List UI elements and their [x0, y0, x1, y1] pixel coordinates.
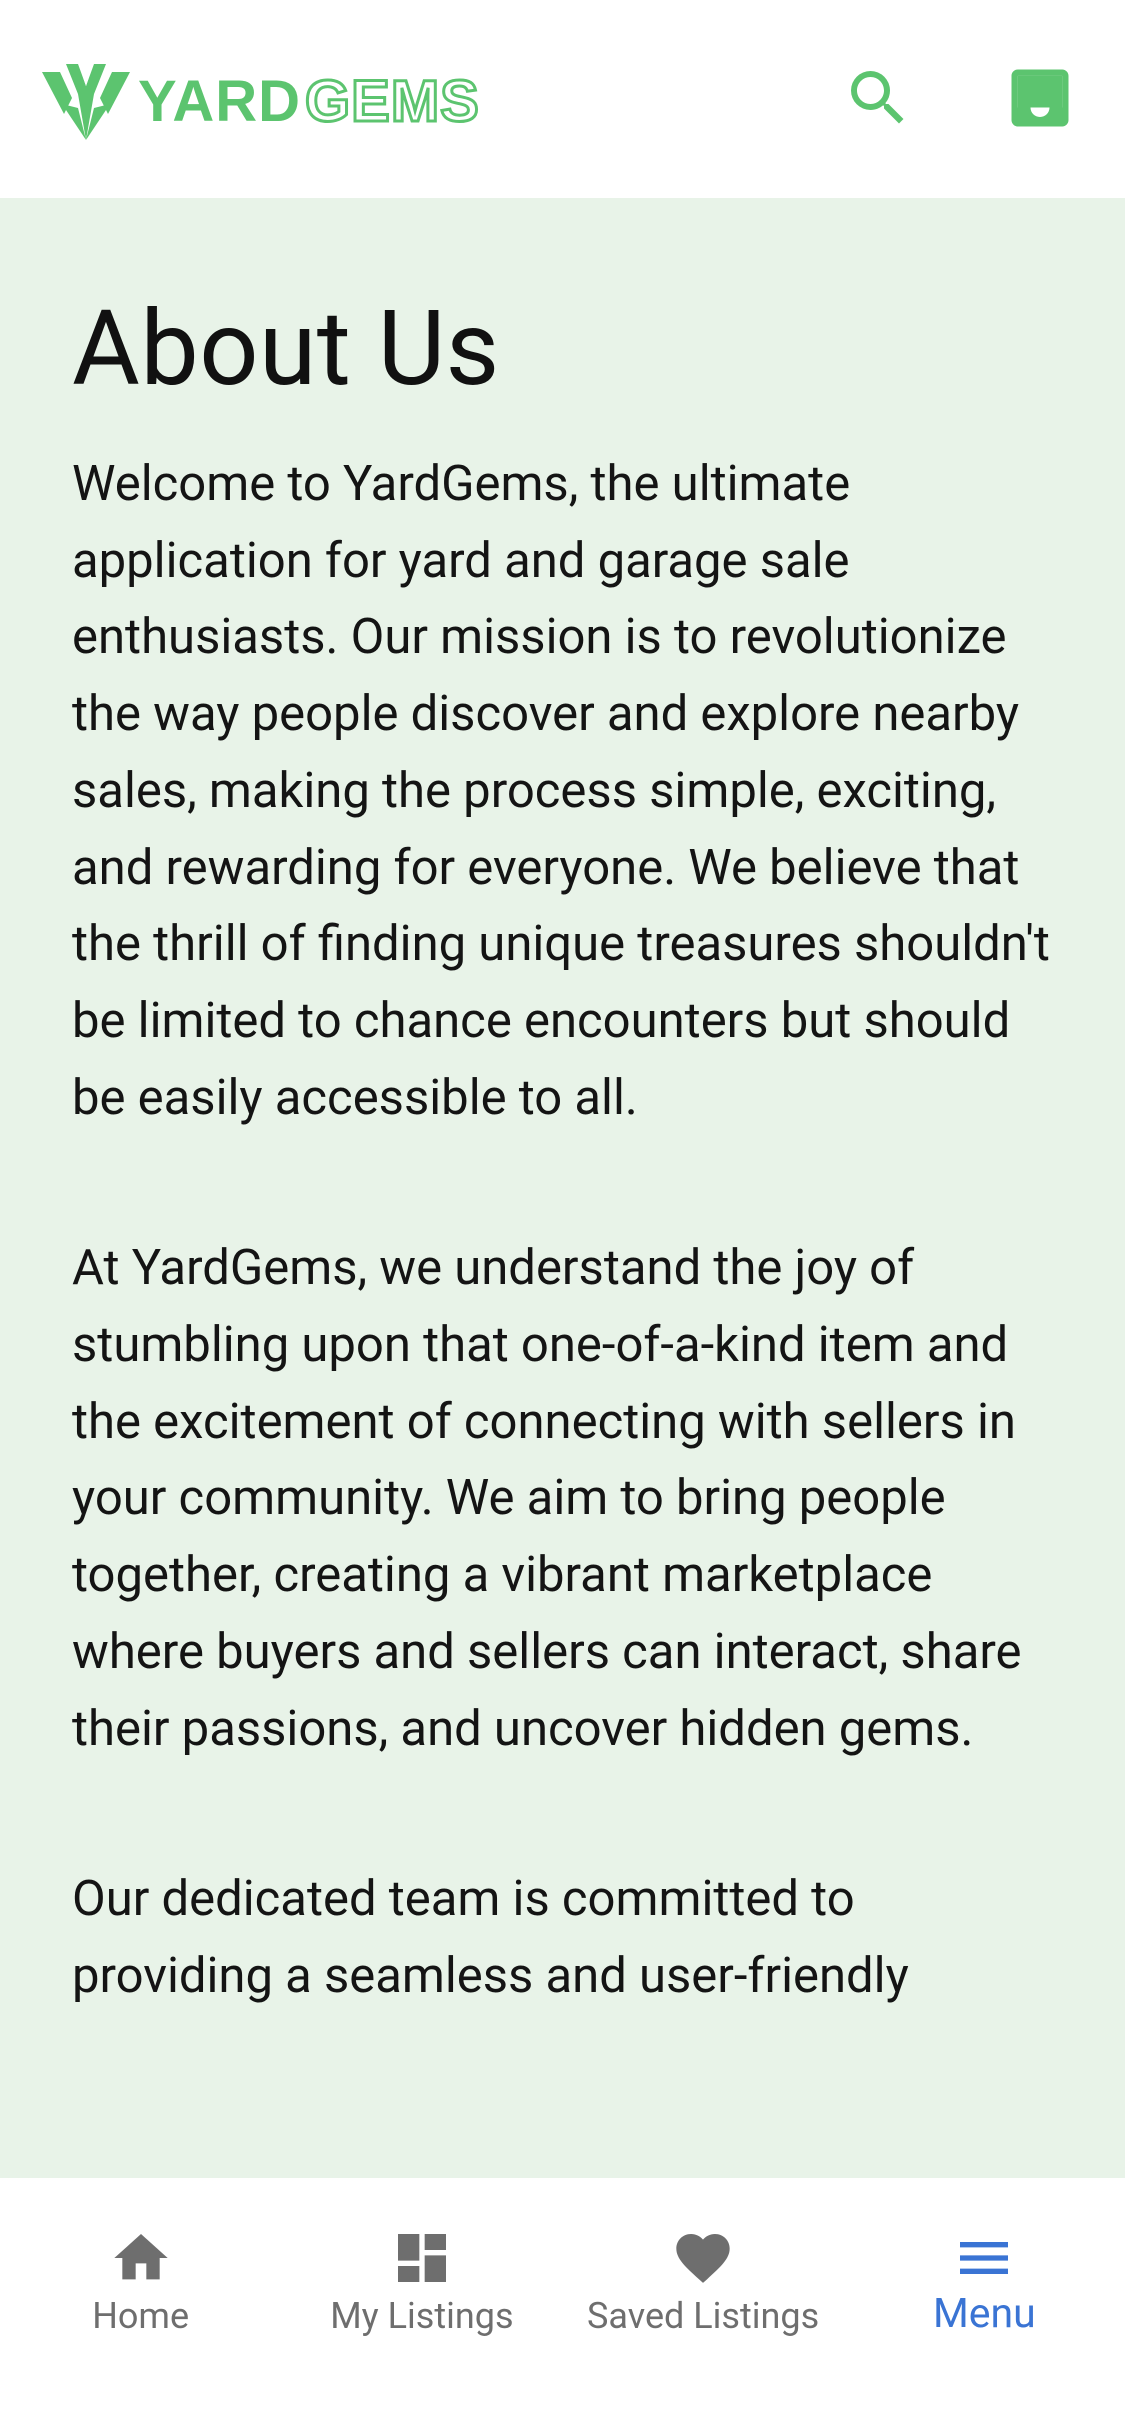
search-button[interactable]: [838, 58, 918, 138]
app-header: YARDGEMS: [0, 0, 1125, 198]
nav-label-my-listings: My Listings: [330, 2295, 514, 2337]
nav-item-menu[interactable]: Menu: [844, 2178, 1125, 2436]
nav-item-saved-listings[interactable]: Saved Listings: [563, 2178, 844, 2436]
nav-item-home[interactable]: Home: [0, 2178, 281, 2436]
dashboard-icon: [390, 2226, 454, 2290]
logo-word-yard: YARD: [138, 69, 302, 134]
bottom-navigation: Home My Listings Saved Listings Menu: [0, 2178, 1125, 2436]
nav-label-menu: Menu: [932, 2290, 1036, 2338]
about-paragraph-1: Welcome to YardGems, the ultimate applic…: [72, 455, 1050, 1126]
nav-item-my-listings[interactable]: My Listings: [281, 2178, 562, 2436]
search-icon: [851, 71, 904, 124]
inbox-icon: [1011, 69, 1069, 127]
about-us-screen: YARDGEMS About Us Welcome to YardGems, t…: [0, 0, 1125, 2436]
about-us-content: About Us Welcome to YardGems, the ultima…: [0, 198, 1125, 2178]
yardgems-logo-mark-icon: [42, 64, 130, 140]
home-icon: [109, 2226, 173, 2290]
page-title: About Us: [72, 289, 500, 410]
heart-icon: [671, 2226, 735, 2290]
yardgems-logo[interactable]: YARDGEMS: [42, 62, 480, 142]
nav-label-home: Home: [92, 2295, 190, 2337]
about-paragraph-3: Our dedicated team is committed to provi…: [72, 1870, 909, 2004]
about-paragraph-2: At YardGems, we understand the joy of st…: [72, 1239, 1022, 1757]
nav-label-saved-listings: Saved Listings: [587, 2295, 820, 2337]
logo-wordmark: YARDGEMS: [138, 68, 481, 135]
inbox-button[interactable]: [1000, 58, 1080, 138]
logo-word-gems: GEMS: [304, 68, 481, 135]
menu-icon: [952, 2226, 1016, 2290]
